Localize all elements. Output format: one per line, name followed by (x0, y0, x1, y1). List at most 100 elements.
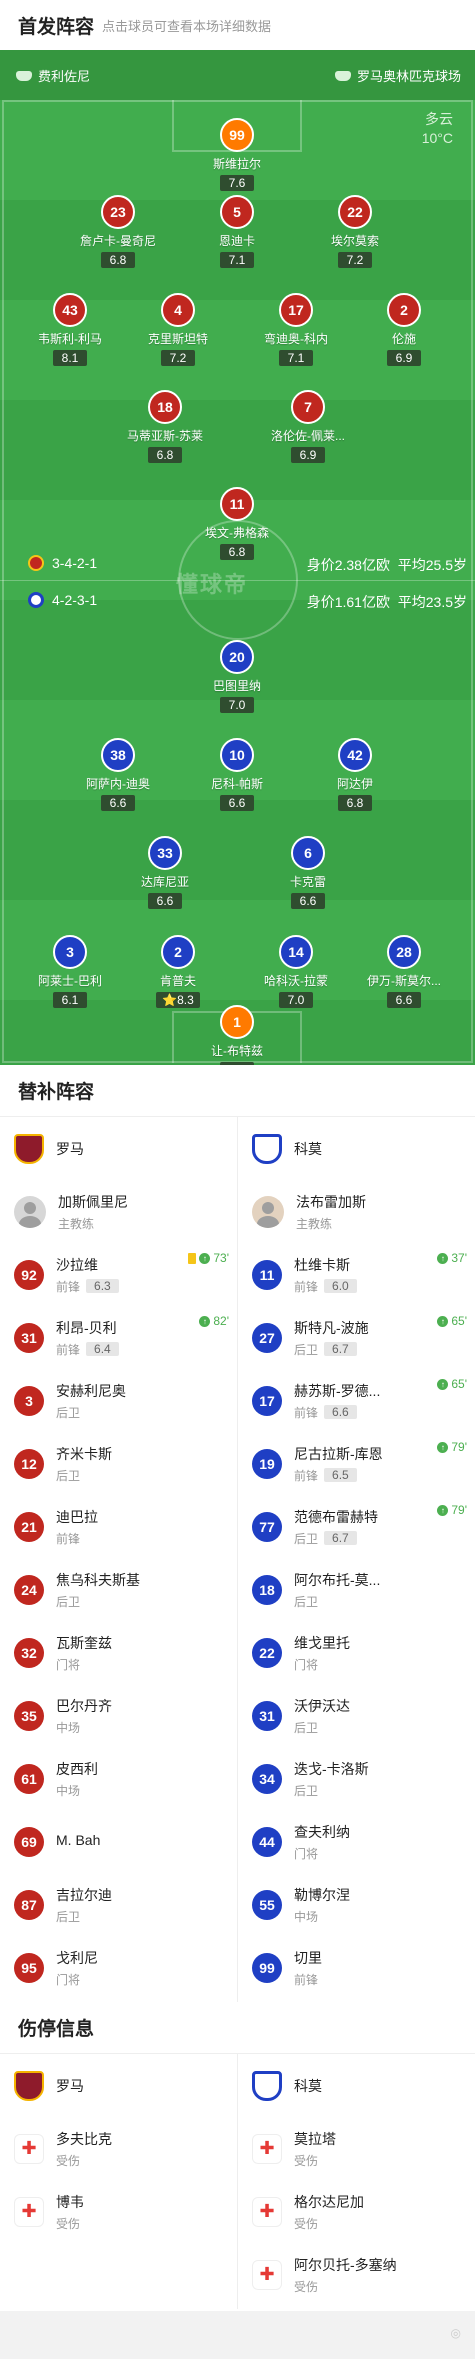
player-meta: 后卫 (56, 1467, 112, 1484)
sub-player-row[interactable]: 17 赫苏斯-罗德... 前锋 6.6 ↑ 65' (238, 1369, 475, 1432)
player-meta: 前锋 6.4 (56, 1341, 119, 1358)
away-team-row[interactable]: 科莫 (238, 1117, 475, 1180)
player-marker[interactable]: 20 巴图里纳 7.0 (172, 640, 302, 714)
player-name: 肯普夫 (159, 974, 196, 988)
sub-player-row[interactable]: 55 勒博尔涅 中场 (238, 1873, 475, 1936)
player-marker[interactable]: 38 阿萨内-迪奥 6.6 (53, 738, 183, 812)
player-marker[interactable]: 11 埃文-弗格森 6.8 (172, 487, 302, 561)
rating-value: 7.2 (346, 253, 364, 267)
player-name: 阿达伊 (336, 777, 373, 791)
sub-player-row[interactable]: 92 沙拉维 前锋 6.3 ↑ 73' (0, 1243, 237, 1306)
injured-player-row[interactable]: ✚ 多夫比克 受伤 (0, 2117, 237, 2180)
player-meta: 前锋 6.6 (294, 1404, 380, 1421)
player-meta: 前锋 (56, 1530, 98, 1547)
sub-player-row[interactable]: 69 M. Bah (0, 1810, 237, 1873)
player-info: 迪巴拉 前锋 (56, 1507, 98, 1547)
injured-player-row[interactable]: ✚ 格尔达尼加 受伤 (238, 2180, 475, 2243)
player-name: 莫拉塔 (294, 2130, 336, 2147)
home-team-row[interactable]: 罗马 (0, 2054, 237, 2117)
player-info: 利昂-贝利 前锋 6.4 (56, 1318, 119, 1358)
player-number: 11 (252, 1259, 282, 1290)
player-number: 1 (220, 1005, 254, 1039)
sub-player-row[interactable]: 34 迭戈-卡洛斯 后卫 (238, 1747, 475, 1810)
player-marker[interactable]: 28 伊万-斯莫尔... 6.6 (339, 935, 469, 1009)
away-coach-row[interactable]: 法布雷加斯 主教练 (238, 1180, 475, 1243)
player-marker[interactable]: 10 尼科-帕斯 6.6 (172, 738, 302, 812)
player-name: 巴图里纳 (212, 679, 261, 693)
player-number: 3 (14, 1385, 44, 1416)
sub-player-row[interactable]: 31 利昂-贝利 前锋 6.4 ↑ 82' (0, 1306, 237, 1369)
player-info: 多夫比克 受伤 (56, 2129, 112, 2169)
away-team-label[interactable]: 罗马奥林匹克球场 (334, 66, 461, 85)
sub-player-row[interactable]: 32 瓦斯奎兹 门将 (0, 1621, 237, 1684)
subs-section-title: 替补阵容 (0, 1065, 475, 1117)
home-team-row[interactable]: 罗马 (0, 1117, 237, 1180)
home-team-name: 罗马 (56, 1140, 84, 1157)
player-name: 洛伦佐-佩莱... (271, 429, 345, 443)
player-name: 皮西利 (56, 1760, 98, 1777)
player-meta: 门将 (294, 1845, 350, 1862)
player-marker[interactable]: 18 马蒂亚斯-苏莱 6.8 (100, 390, 230, 464)
sub-player-row[interactable]: 27 斯特凡-波施 后卫 6.7 ↑ 65' (238, 1306, 475, 1369)
coach-name: 法布雷加斯 (296, 1193, 366, 1210)
away-team-row[interactable]: 科莫 (238, 2054, 475, 2117)
player-marker[interactable]: 2 肯普夫 ⭐8.3 (113, 935, 243, 1009)
player-number: 31 (252, 1700, 282, 1731)
player-rating: 6.6 (291, 893, 325, 909)
sub-player-row[interactable]: 95 戈利尼 门将 (0, 1936, 237, 1999)
coach-role: 主教练 (296, 1216, 333, 1231)
rating-value: 7.6 (228, 176, 246, 190)
player-marker[interactable]: 6 卡克雷 6.6 (243, 836, 373, 910)
player-meta: 门将 (56, 1971, 98, 1988)
player-position: 前锋 (294, 1279, 319, 1294)
player-number: 22 (252, 1637, 282, 1668)
player-marker[interactable]: 33 达库尼亚 6.6 (100, 836, 230, 910)
player-marker[interactable]: 22 埃尔莫索 7.2 (290, 195, 420, 269)
injured-player-row[interactable]: ✚ 莫拉塔 受伤 (238, 2117, 475, 2180)
player-info: 齐米卡斯 后卫 (56, 1444, 112, 1484)
player-position: 后卫 (294, 1783, 319, 1798)
player-number: 5 (220, 195, 254, 229)
sub-player-row[interactable]: 77 范德布雷赫特 后卫 6.7 ↑ 79' (238, 1495, 475, 1558)
home-team-label[interactable]: 费利佐尼 (16, 66, 90, 85)
player-name: 多夫比克 (56, 2130, 112, 2147)
sub-player-row[interactable]: 31 沃伊沃达 后卫 (238, 1684, 475, 1747)
player-marker[interactable]: 1让-布特兹6.9 (172, 1005, 302, 1065)
sub-player-row[interactable]: 21 迪巴拉 前锋 (0, 1495, 237, 1558)
player-marker[interactable]: 7 洛伦佐-佩莱... 6.9 (243, 390, 373, 464)
player-marker[interactable]: 42 阿达伊 6.8 (290, 738, 420, 812)
sub-player-row[interactable]: 35 巴尔丹齐 中场 (0, 1684, 237, 1747)
injured-player-row[interactable]: ✚ 阿尔贝托-多塞纳 受伤 (238, 2243, 475, 2306)
sub-player-row[interactable]: 22 维戈里托 门将 (238, 1621, 475, 1684)
player-marker[interactable]: 2 伦施 6.9 (339, 293, 469, 367)
player-marker[interactable]: 99 斯维拉尔 7.6 (172, 118, 302, 192)
sub-player-row[interactable]: 99 切里 前锋 (238, 1936, 475, 1999)
player-marker[interactable]: 4 克里斯坦特 7.2 (113, 293, 243, 367)
sub-player-row[interactable]: 44 查夫利纳 门将 (238, 1810, 475, 1873)
player-marker[interactable]: 5 恩迪卡 7.1 (172, 195, 302, 269)
sub-player-row[interactable]: 24 焦乌科夫斯基 后卫 (0, 1558, 237, 1621)
player-info: 沃伊沃达 后卫 (294, 1696, 350, 1736)
rating-value: 7.1 (287, 351, 305, 365)
player-number: 19 (252, 1448, 282, 1479)
player-name: 达库尼亚 (140, 875, 189, 889)
sub-player-row[interactable]: 61 皮西利 中场 (0, 1747, 237, 1810)
player-rating: 7.1 (220, 252, 254, 268)
home-coach-row[interactable]: 加斯佩里尼 主教练 (0, 1180, 237, 1243)
sub-player-row[interactable]: 19 尼古拉斯-库恩 前锋 6.5 ↑ 79' (238, 1432, 475, 1495)
player-marker[interactable]: 23 詹卢卡-曼奇尼 6.8 (53, 195, 183, 269)
sub-player-row[interactable]: 87 吉拉尔迪 后卫 (0, 1873, 237, 1936)
injury-status: 受伤 (294, 2216, 319, 2231)
player-name: 尼古拉斯-库恩 (294, 1445, 383, 1462)
player-rating: 6.0 (324, 1279, 357, 1293)
sub-player-row[interactable]: 11 杜维卡斯 前锋 6.0 ↑ 37' (238, 1243, 475, 1306)
watermark-icon: ◎ (450, 2326, 461, 2340)
player-number: 55 (252, 1889, 282, 1920)
player-number: 92 (14, 1259, 44, 1290)
rating-value: 7.2 (169, 351, 187, 365)
sub-player-row[interactable]: 3 安赫利尼奥 后卫 (0, 1369, 237, 1432)
sub-player-row[interactable]: 12 齐米卡斯 后卫 (0, 1432, 237, 1495)
sub-player-row[interactable]: 18 阿尔布托-莫... 后卫 (238, 1558, 475, 1621)
rating-value: 6.6 (228, 796, 246, 810)
injured-player-row[interactable]: ✚ 博韦 受伤 (0, 2180, 237, 2243)
